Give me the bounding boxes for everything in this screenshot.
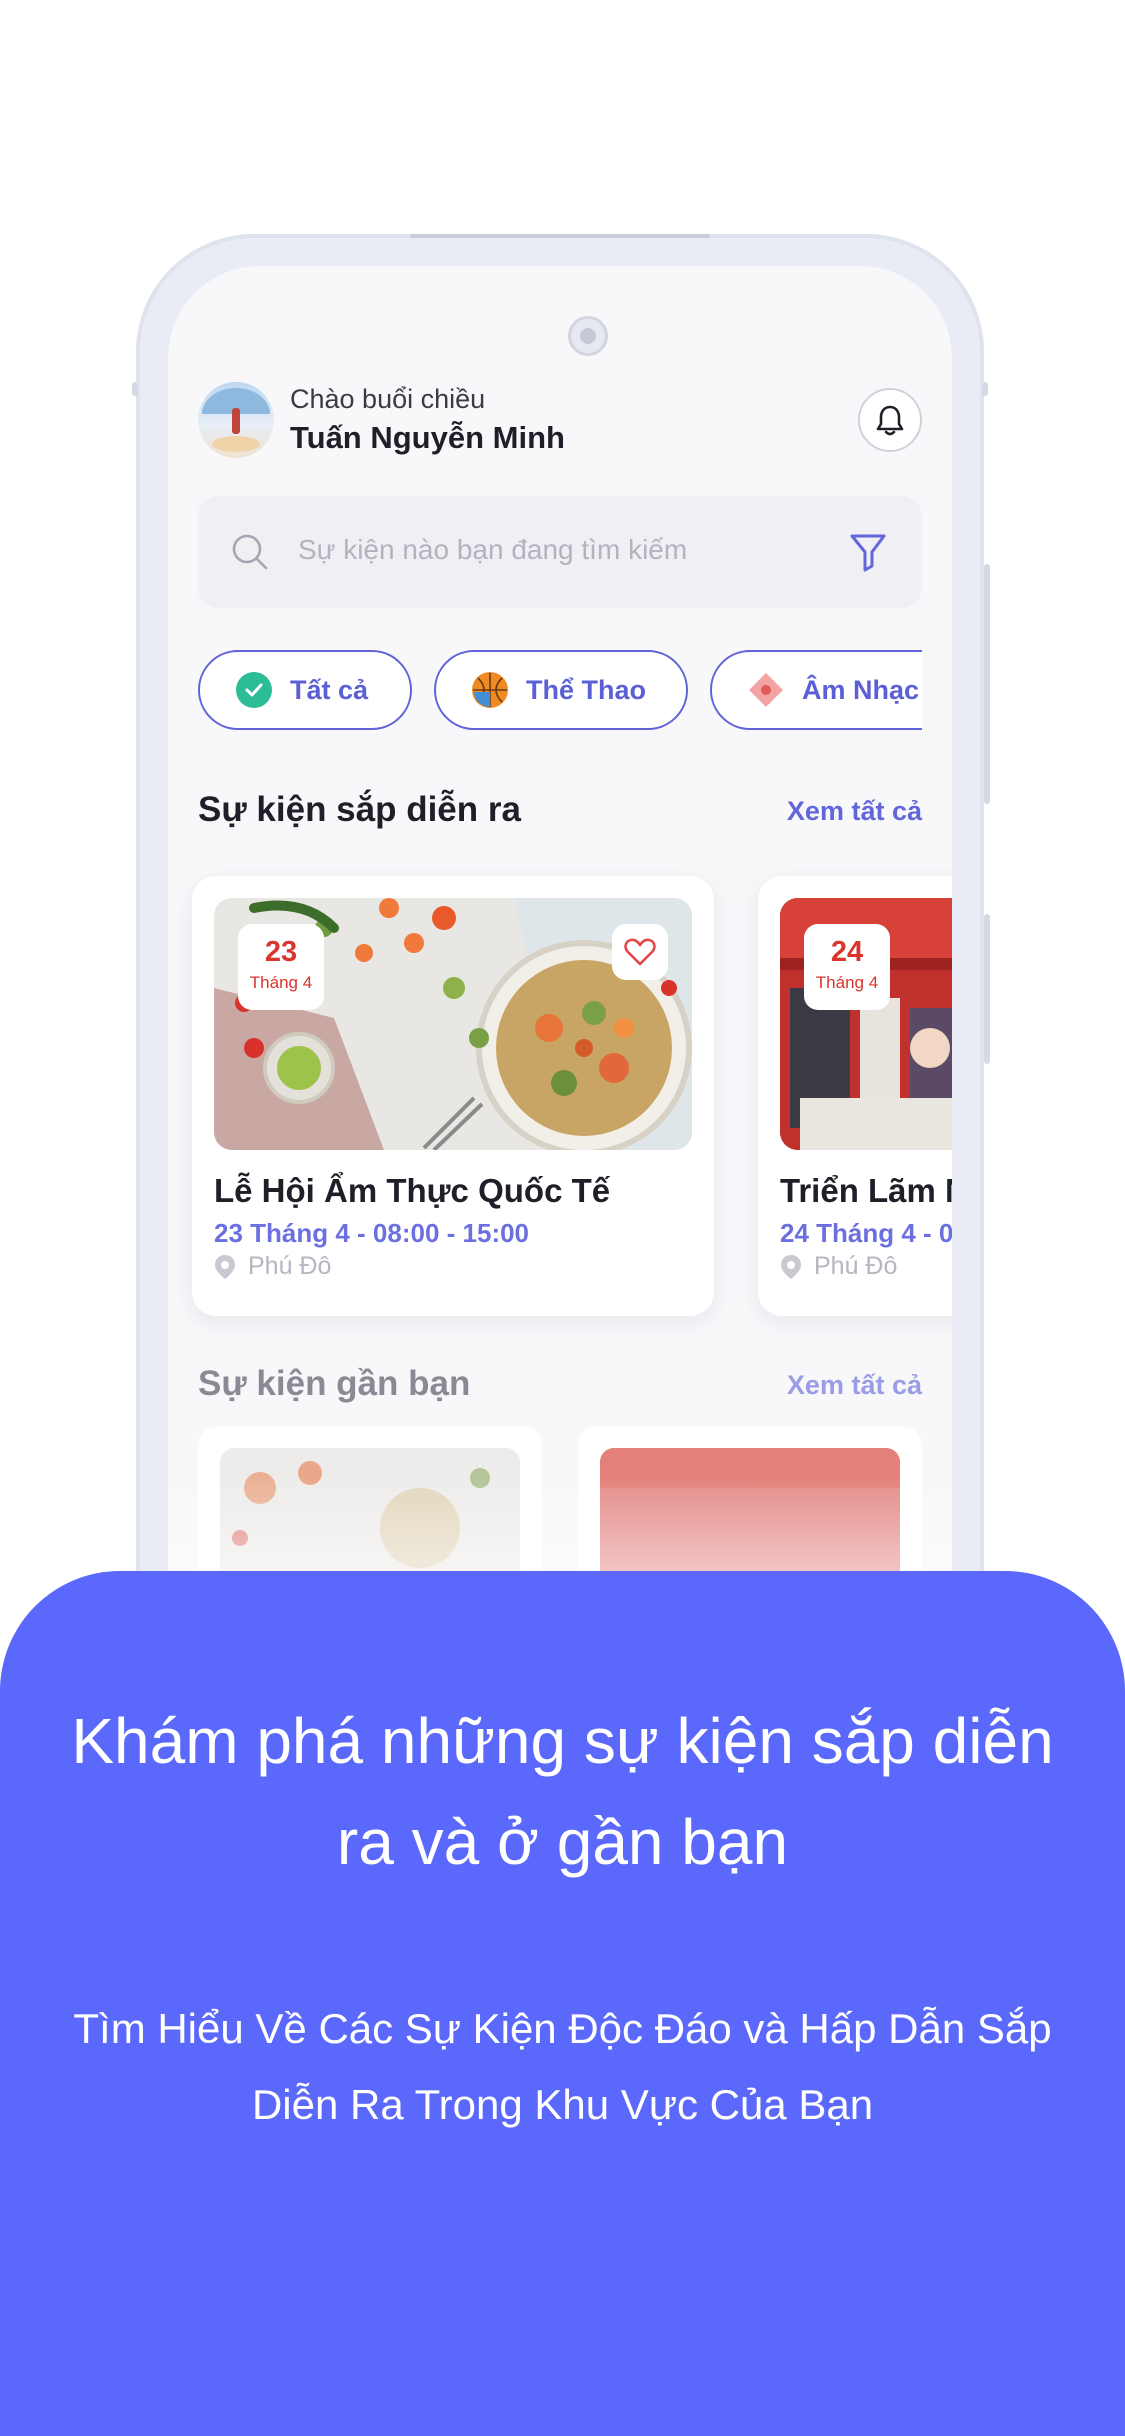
promo-panel: Khám phá những sự kiện sắp diễn ra và ở …: [0, 1571, 1125, 2436]
search-icon: [232, 534, 268, 570]
event-time: 24 Tháng 4 - 0: [780, 1218, 952, 1248]
promo-description: Tìm Hiểu Về Các Sự Kiện Độc Đáo và Hấp D…: [73, 2005, 1052, 2128]
location-pin-icon: [781, 1254, 801, 1279]
event-month: Tháng 4: [815, 973, 879, 992]
event-location: Phú Đô: [214, 1252, 331, 1281]
filter-icon[interactable]: [848, 530, 888, 572]
basketball-icon: [472, 672, 508, 708]
event-title: Lễ Hội Ẩm Thực Quốc Tế: [214, 1172, 611, 1209]
phone-power-button: [984, 914, 990, 1064]
location-label: Phú Đô: [814, 1252, 898, 1280]
promo-title: Khám phá những sự kiện sắp diễn ra và ở …: [71, 1705, 1054, 1878]
event-image: 24 Tháng 4: [780, 898, 952, 1150]
chip-label: Thể Thao: [526, 674, 646, 705]
category-chip-sports[interactable]: Thể Thao: [434, 650, 688, 730]
event-title: Triển Lãm N: [780, 1172, 952, 1209]
check-circle-icon: [236, 672, 272, 708]
music-icon: [748, 672, 784, 708]
chip-label: Âm Nhạc: [802, 674, 920, 705]
favorite-button[interactable]: [612, 924, 668, 980]
location-pin-icon: [215, 1254, 235, 1279]
event-location: Phú Đô: [780, 1252, 897, 1281]
event-day: 23: [264, 936, 298, 968]
phone-speaker-slot: [410, 234, 710, 238]
date-badge: 24 Tháng 4: [804, 924, 890, 1010]
see-all-nearby-link[interactable]: Xem tất cả: [722, 1370, 922, 1401]
avatar[interactable]: [198, 382, 274, 458]
phone-volume-button: [984, 564, 990, 804]
location-label: Phú Đô: [248, 1252, 332, 1280]
event-card[interactable]: 24 Tháng 4 Triển Lãm N 24 Tháng 4 - 0 Ph…: [758, 876, 952, 1316]
search-input[interactable]: Sự kiện nào bạn đang tìm kiếm: [298, 534, 687, 566]
chip-label: Tất cả: [290, 674, 369, 705]
see-all-upcoming-link[interactable]: Xem tất cả: [722, 796, 922, 827]
category-chip-music[interactable]: Âm Nhạc: [710, 650, 922, 730]
user-name: Tuấn Nguyễn Minh: [290, 420, 565, 455]
section-title-nearby: Sự kiện gần bạn: [198, 1364, 471, 1403]
heart-icon: [624, 938, 656, 966]
phone-side-button: [132, 382, 138, 396]
section-title-upcoming: Sự kiện sắp diễn ra: [198, 790, 521, 829]
greeting-text: Chào buổi chiều: [290, 384, 486, 414]
bell-icon: [876, 405, 904, 436]
search-bar[interactable]: Sự kiện nào bạn đang tìm kiếm: [198, 496, 922, 608]
front-camera: [568, 316, 608, 356]
notification-button[interactable]: [858, 388, 922, 452]
category-chips: Tất cả Thể Thao Âm Nhạc: [198, 650, 922, 734]
event-time: 23 Tháng 4 - 08:00 - 15:00: [214, 1218, 530, 1248]
event-month: Tháng 4: [249, 973, 313, 992]
header: Chào buổi chiều Tuấn Nguyễn Minh: [198, 378, 922, 462]
event-day: 24: [830, 936, 864, 968]
event-image: 23 Tháng 4: [214, 898, 692, 1150]
event-card[interactable]: 23 Tháng 4 Lễ Hội Ẩm Thực Quốc Tế 23 Thá…: [192, 876, 714, 1316]
date-badge: 23 Tháng 4: [238, 924, 324, 1010]
category-chip-all[interactable]: Tất cả: [198, 650, 412, 730]
phone-side-button: [982, 382, 988, 396]
